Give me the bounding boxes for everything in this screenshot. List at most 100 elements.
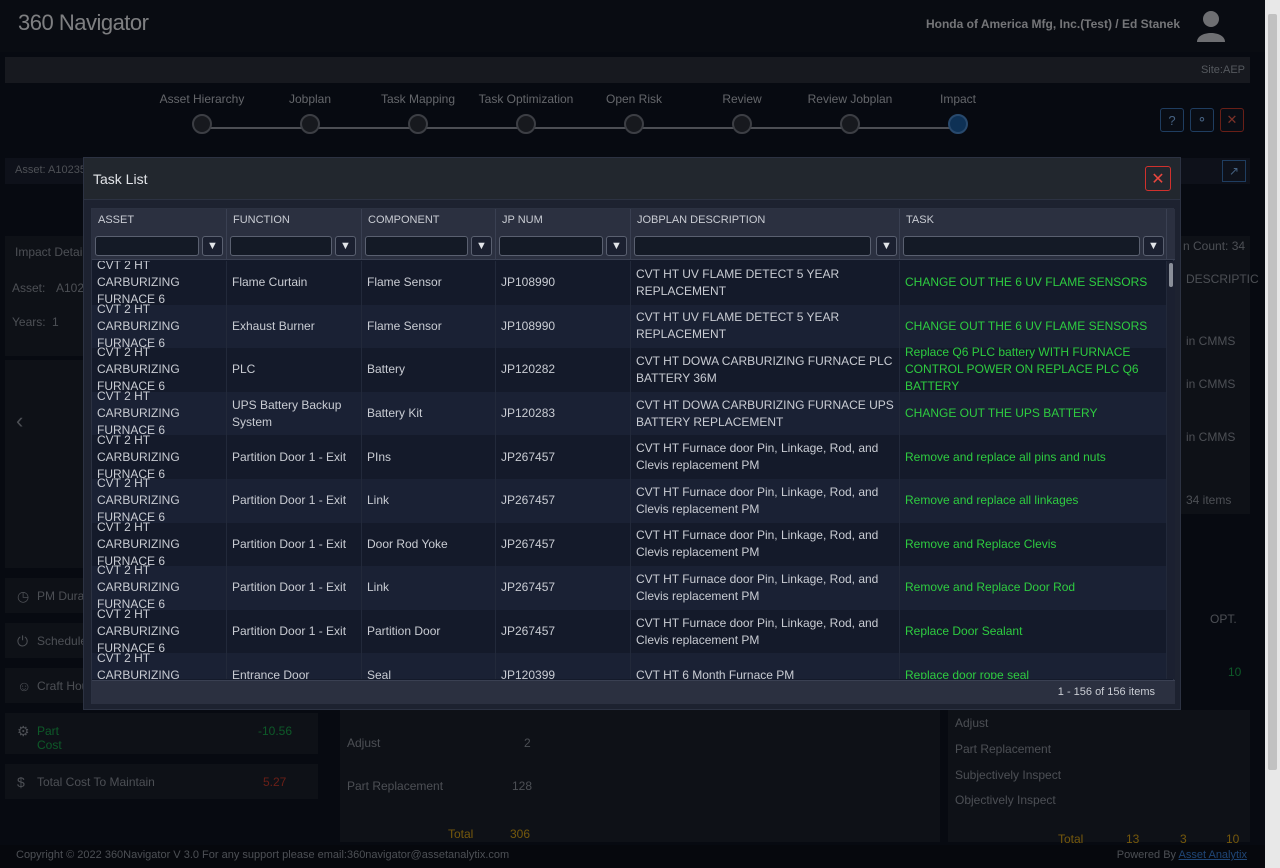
cell-jp-num: JP108990 [496, 304, 631, 349]
filter-input[interactable] [95, 236, 199, 256]
cell-component: Seal [362, 653, 496, 679]
filter-input[interactable] [499, 236, 603, 256]
filter-cell: ▼ [496, 233, 631, 259]
grid-scrollbar[interactable] [1167, 261, 1175, 679]
cell-task: Replace door rope seal [900, 653, 1167, 679]
cell-asset: CVT 2 HT CARBURIZING FURNACE 6 [92, 651, 227, 679]
page-scrollbar[interactable] [1265, 0, 1280, 868]
column-header-task[interactable]: TASK [900, 209, 1167, 233]
scrollbar-thumb[interactable] [1169, 263, 1173, 287]
column-header-jp-num[interactable]: JP NUM [496, 209, 631, 233]
filter-cell: ▼ [631, 233, 900, 259]
cell-jobplan-description: CVT HT Furnace door Pin, Linkage, Rod, a… [631, 566, 900, 610]
cell-task: Replace Q6 PLC battery WITH FURNACE CONT… [900, 345, 1167, 393]
cell-component: Link [362, 478, 496, 523]
cell-asset: CVT 2 HT CARBURIZING FURNACE 6 [92, 607, 227, 655]
cell-asset: CVT 2 HT CARBURIZING FURNACE 6 [92, 520, 227, 568]
cell-jp-num: JP267457 [496, 609, 631, 654]
column-header-jobplan-description[interactable]: JOBPLAN DESCRIPTION [631, 209, 900, 233]
cell-task: Remove and Replace Door Rod [900, 566, 1167, 610]
filter-input[interactable] [230, 236, 332, 256]
cell-function: Entrance Door [227, 653, 362, 679]
cell-component: Battery [362, 348, 496, 392]
cell-component: Door Rod Yoke [362, 522, 496, 567]
cell-task: Remove and replace all pins and nuts [900, 435, 1167, 479]
cell-jp-num: JP108990 [496, 261, 631, 305]
grid-pager: 1 - 156 of 156 items [92, 680, 1175, 704]
table-row[interactable]: CVT 2 HT CARBURIZING FURNACE 6 Exhaust Bu… [92, 302, 1167, 350]
cell-asset: CVT 2 HT CARBURIZING FURNACE 6 [92, 302, 227, 350]
cell-jp-num: JP267457 [496, 478, 631, 523]
cell-asset: CVT 2 HT CARBURIZING FURNACE 6 [92, 563, 227, 611]
filter-input[interactable] [903, 236, 1140, 256]
filter-icon[interactable]: ▼ [1143, 236, 1164, 256]
filter-input[interactable] [634, 236, 871, 256]
table-row[interactable]: CVT 2 HT CARBURIZING FURNACE 6 Partition … [92, 476, 1167, 524]
cell-component: Battery Kit [362, 391, 496, 436]
table-row[interactable]: CVT 2 HT CARBURIZING FURNACE 6 Partition … [92, 520, 1167, 568]
filter-cell: ▼ [362, 233, 496, 259]
task-list-modal: Task List ✕ ASSET FUNCTION COMPONENT JP … [83, 157, 1181, 710]
cell-jobplan-description: CVT HT Furnace door Pin, Linkage, Rod, a… [631, 478, 900, 523]
cell-function: PLC [227, 348, 362, 392]
cell-component: Link [362, 566, 496, 610]
cell-jobplan-description: CVT HT UV FLAME DETECT 5 YEAR REPLACEMEN… [631, 261, 900, 305]
cell-task: CHANGE OUT THE 6 UV FLAME SENSORS [900, 304, 1167, 349]
cell-asset: CVT 2 HT CARBURIZING FURNACE 6 [92, 345, 227, 393]
cell-asset: CVT 2 HT CARBURIZING FURNACE 6 [92, 433, 227, 481]
filter-input[interactable] [365, 236, 468, 256]
cell-component: Partition Door [362, 609, 496, 654]
cell-jp-num: JP267457 [496, 522, 631, 567]
filter-icon[interactable]: ▼ [876, 236, 897, 256]
cell-jobplan-description: CVT HT UV FLAME DETECT 5 YEAR REPLACEMEN… [631, 304, 900, 349]
column-header-component[interactable]: COMPONENT [362, 209, 496, 233]
filter-icon[interactable]: ▼ [471, 236, 492, 256]
cell-asset: CVT 2 HT CARBURIZING FURNACE 6 [92, 261, 227, 306]
close-icon[interactable]: ✕ [1145, 166, 1171, 191]
cell-component: Flame Sensor [362, 261, 496, 305]
filter-cell: ▼ [92, 233, 227, 259]
cell-jobplan-description: CVT HT Furnace door Pin, Linkage, Rod, a… [631, 522, 900, 567]
filter-icon[interactable]: ▼ [335, 236, 356, 256]
cell-function: Partition Door 1 - Exit [227, 435, 362, 479]
filter-row: ▼ ▼ ▼ ▼ ▼ ▼ [92, 233, 1175, 260]
table-row[interactable]: CVT 2 HT CARBURIZING FURNACE 6 Flame Curt… [92, 261, 1167, 306]
grid-body: CVT 2 HT CARBURIZING FURNACE 6 Flame Curt… [92, 261, 1167, 679]
cell-function: Partition Door 1 - Exit [227, 522, 362, 567]
filter-icon[interactable]: ▼ [202, 236, 223, 256]
cell-function: Exhaust Burner [227, 304, 362, 349]
cell-jobplan-description: CVT HT 6 Month Furnace PM [631, 653, 900, 679]
table-row[interactable]: CVT 2 HT CARBURIZING FURNACE 6 Partition … [92, 433, 1167, 481]
pager-info: 1 - 156 of 156 items [1057, 686, 1155, 698]
cell-asset: CVT 2 HT CARBURIZING FURNACE 6 [92, 389, 227, 437]
cell-jp-num: JP267457 [496, 566, 631, 610]
table-row[interactable]: CVT 2 HT CARBURIZING FURNACE 6 Partition … [92, 607, 1167, 655]
cell-function: UPS Battery Backup System [227, 391, 362, 436]
column-header-function[interactable]: FUNCTION [227, 209, 362, 233]
cell-jobplan-description: CVT HT Furnace door Pin, Linkage, Rod, a… [631, 435, 900, 479]
table-row[interactable]: CVT 2 HT CARBURIZING FURNACE 6 UPS Batter… [92, 389, 1167, 437]
cell-jp-num: JP120399 [496, 653, 631, 679]
task-grid: ASSET FUNCTION COMPONENT JP NUM JOBPLAN … [91, 208, 1175, 704]
cell-jobplan-description: CVT HT DOWA CARBURIZING FURNACE PLC BATT… [631, 348, 900, 392]
scrollbar-thumb[interactable] [1268, 14, 1277, 770]
filter-cell: ▼ [900, 233, 1167, 259]
column-header-asset[interactable]: ASSET [92, 209, 227, 233]
table-row[interactable]: CVT 2 HT CARBURIZING FURNACE 6 Partition … [92, 563, 1167, 611]
cell-jp-num: JP120283 [496, 391, 631, 436]
cell-task: Remove and replace all linkages [900, 478, 1167, 523]
grid-header: ASSET FUNCTION COMPONENT JP NUM JOBPLAN … [92, 209, 1175, 233]
cell-function: Partition Door 1 - Exit [227, 609, 362, 654]
cell-function: Partition Door 1 - Exit [227, 478, 362, 523]
modal-header: Task List ✕ [84, 158, 1180, 200]
filter-cell: ▼ [227, 233, 362, 259]
cell-jp-num: JP120282 [496, 348, 631, 392]
table-row[interactable]: CVT 2 HT CARBURIZING FURNACE 6 PLC Battery… [92, 345, 1167, 393]
table-row[interactable]: CVT 2 HT CARBURIZING FURNACE 6Entrance D… [92, 651, 1167, 679]
filter-icon[interactable]: ▼ [606, 236, 627, 256]
cell-task: Replace Door Sealant [900, 609, 1167, 654]
cell-component: PIns [362, 435, 496, 479]
cell-function: Flame Curtain [227, 261, 362, 305]
cell-jobplan-description: CVT HT DOWA CARBURIZING FURNACE UPS BATT… [631, 391, 900, 436]
cell-task: Remove and Replace Clevis [900, 522, 1167, 567]
